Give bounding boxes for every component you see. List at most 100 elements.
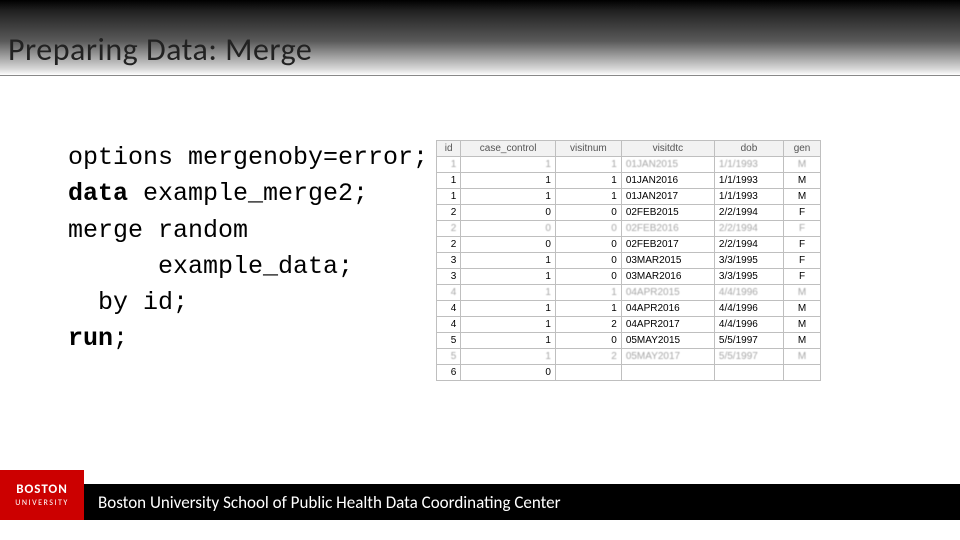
- cell: 02FEB2015: [621, 205, 714, 221]
- content-area: options mergenoby=error; data example_me…: [68, 140, 940, 381]
- col-visitnum: visitnum: [555, 141, 621, 157]
- code-kw-data: data: [68, 179, 128, 208]
- cell: 0: [555, 237, 621, 253]
- cell: 01JAN2017: [621, 189, 714, 205]
- cell: 1: [437, 157, 461, 173]
- cell: 1: [461, 157, 556, 173]
- cell: 03MAR2015: [621, 253, 714, 269]
- cell: M: [784, 189, 821, 205]
- cell: M: [784, 285, 821, 301]
- cell: 1/1/1993: [714, 189, 783, 205]
- cell: 1: [555, 189, 621, 205]
- cell: 1: [461, 301, 556, 317]
- col-gen: gen: [784, 141, 821, 157]
- table-row: 11101JAN20161/1/1993M: [437, 173, 821, 189]
- cell: 02FEB2017: [621, 237, 714, 253]
- sas-code: options mergenoby=error; data example_me…: [68, 140, 428, 381]
- cell: 1: [461, 253, 556, 269]
- cell: 04APR2017: [621, 317, 714, 333]
- title-bar: Preparing Data: Merge: [0, 0, 960, 76]
- code-kw-run: run: [68, 324, 113, 353]
- table-row: 31003MAR20163/3/1995F: [437, 269, 821, 285]
- cell: M: [784, 173, 821, 189]
- table-row: 41204APR20174/4/1996M: [437, 317, 821, 333]
- col-dob: dob: [714, 141, 783, 157]
- cell: [621, 365, 714, 381]
- cell: 1: [461, 333, 556, 349]
- col-case_control: case_control: [461, 141, 556, 157]
- cell: 4/4/1996: [714, 317, 783, 333]
- data-table-wrap: idcase_controlvisitnumvisitdtcdobgen 111…: [436, 140, 821, 381]
- cell: 1: [461, 269, 556, 285]
- cell: 2: [437, 237, 461, 253]
- cell: F: [784, 253, 821, 269]
- cell: 1: [437, 173, 461, 189]
- cell: 1: [461, 173, 556, 189]
- cell: 2/2/1994: [714, 205, 783, 221]
- col-id: id: [437, 141, 461, 157]
- cell: 2: [437, 205, 461, 221]
- cell: [555, 365, 621, 381]
- table-body: 11101JAN20151/1/1993M11101JAN20161/1/199…: [437, 157, 821, 381]
- cell: F: [784, 221, 821, 237]
- cell: 0: [555, 253, 621, 269]
- cell: 0: [555, 269, 621, 285]
- table-row: 20002FEB20152/2/1994F: [437, 205, 821, 221]
- cell: 0: [461, 237, 556, 253]
- cell: 1: [555, 173, 621, 189]
- footer-text: Boston University School of Public Healt…: [98, 492, 561, 513]
- cell: 03MAR2016: [621, 269, 714, 285]
- cell: 01JAN2016: [621, 173, 714, 189]
- cell: M: [784, 333, 821, 349]
- cell: 1: [461, 189, 556, 205]
- footer-bar: BOSTON UNIVERSITY Boston University Scho…: [0, 484, 960, 520]
- cell: 01JAN2015: [621, 157, 714, 173]
- cell: 1: [555, 301, 621, 317]
- cell: 0: [555, 221, 621, 237]
- cell: 0: [555, 333, 621, 349]
- data-table: idcase_controlvisitnumvisitdtcdobgen 111…: [436, 140, 821, 381]
- cell: 0: [461, 221, 556, 237]
- logo-line1: BOSTON: [16, 482, 68, 497]
- cell: [784, 365, 821, 381]
- cell: 1: [461, 285, 556, 301]
- table-row: 51005MAY20155/5/1997M: [437, 333, 821, 349]
- table-row: 20002FEB20162/2/1994F: [437, 221, 821, 237]
- cell: 5: [437, 333, 461, 349]
- cell: 02FEB2016: [621, 221, 714, 237]
- cell: 05MAY2017: [621, 349, 714, 365]
- cell: 2: [555, 349, 621, 365]
- code-l2b: example_merge2;: [128, 179, 368, 208]
- code-l3: merge random: [68, 216, 248, 245]
- table-row: 60: [437, 365, 821, 381]
- table-row: 51205MAY20175/5/1997M: [437, 349, 821, 365]
- cell: 2/2/1994: [714, 237, 783, 253]
- slide-title: Preparing Data: Merge: [8, 30, 312, 69]
- cell: 0: [461, 205, 556, 221]
- cell: 3/3/1995: [714, 269, 783, 285]
- cell: F: [784, 205, 821, 221]
- logo-line2: UNIVERSITY: [15, 498, 68, 508]
- table-header-row: idcase_controlvisitnumvisitdtcdobgen: [437, 141, 821, 157]
- code-l4: example_data;: [68, 252, 353, 281]
- cell: M: [784, 157, 821, 173]
- table-row: 11101JAN20151/1/1993M: [437, 157, 821, 173]
- code-l5: by id;: [68, 288, 188, 317]
- cell: F: [784, 269, 821, 285]
- table-row: 31003MAR20153/3/1995F: [437, 253, 821, 269]
- cell: 4: [437, 285, 461, 301]
- cell: M: [784, 301, 821, 317]
- cell: 1: [461, 317, 556, 333]
- table-row: 20002FEB20172/2/1994F: [437, 237, 821, 253]
- cell: 1: [555, 157, 621, 173]
- cell: 5: [437, 349, 461, 365]
- cell: 1: [461, 349, 556, 365]
- cell: 2/2/1994: [714, 221, 783, 237]
- cell: 04APR2015: [621, 285, 714, 301]
- cell: [714, 365, 783, 381]
- cell: 1/1/1993: [714, 157, 783, 173]
- cell: F: [784, 237, 821, 253]
- cell: 2: [437, 221, 461, 237]
- cell: 4: [437, 317, 461, 333]
- col-visitdtc: visitdtc: [621, 141, 714, 157]
